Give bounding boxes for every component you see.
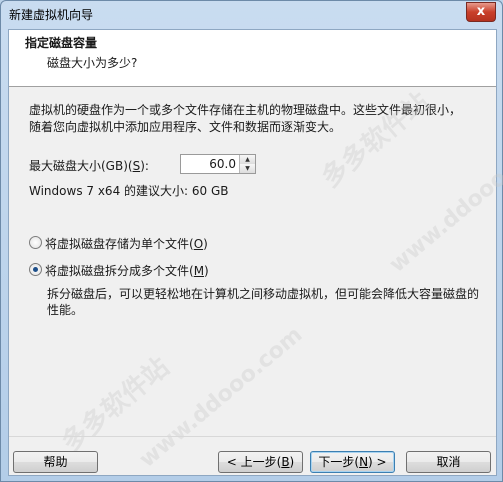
disk-size-input[interactable]: 60.0 — [209, 157, 236, 171]
window-title: 新建虚拟机向导 — [9, 8, 94, 22]
split-description: 拆分磁盘后，可以更轻松地在计算机之间移动虚拟机，但可能会降低大容量磁盘的性能。 — [47, 287, 480, 317]
watermark-url: www.ddooo.com — [384, 127, 503, 278]
watermark-cn-2: 多多软件站 — [316, 87, 436, 194]
single-file-label[interactable]: 将虚拟磁盘存储为单个文件(O) — [45, 235, 208, 252]
page-subtitle: 磁盘大小为多少? — [47, 56, 138, 70]
footer-divider — [9, 436, 496, 437]
wizard-header: 指定磁盘容量 磁盘大小为多少? — [9, 30, 496, 87]
disk-size-label: 最大磁盘大小(GB)(S): — [29, 159, 149, 173]
help-button[interactable]: 帮助 — [13, 451, 98, 473]
next-button[interactable]: 下一步(N) > — [310, 451, 395, 473]
disk-description: 虚拟机的硬盘作为一个或多个文件存储在主机的物理磁盘中。这些文件最初很小，随着您向… — [29, 103, 462, 134]
radio-split-files[interactable] — [29, 263, 42, 276]
back-button[interactable]: < 上一步(B) — [218, 451, 303, 473]
radio-single-file[interactable] — [29, 236, 42, 249]
close-button[interactable]: x — [466, 2, 496, 22]
disk-size-stepper[interactable]: 60.0 ▲ ▼ — [180, 154, 256, 174]
recommended-size: Windows 7 x64 的建议大小: 60 GB — [29, 184, 229, 198]
title-bar[interactable]: 新建虚拟机向导 x — [1, 1, 502, 29]
page-title: 指定磁盘容量 — [25, 36, 98, 50]
spin-down-icon[interactable]: ▼ — [239, 164, 255, 173]
split-file-label[interactable]: 将虚拟磁盘拆分成多个文件(M) — [45, 262, 209, 279]
close-icon: x — [476, 4, 486, 19]
watermark-cn: 多多软件站 — [56, 352, 176, 459]
cancel-button[interactable]: 取消 — [406, 451, 491, 473]
wizard-window: 新建虚拟机向导 x 指定磁盘容量 磁盘大小为多少? 虚拟机的硬盘作为一个或多个文… — [0, 0, 503, 482]
wizard-content: 指定磁盘容量 磁盘大小为多少? 虚拟机的硬盘作为一个或多个文件存储在主机的物理磁… — [8, 29, 503, 476]
